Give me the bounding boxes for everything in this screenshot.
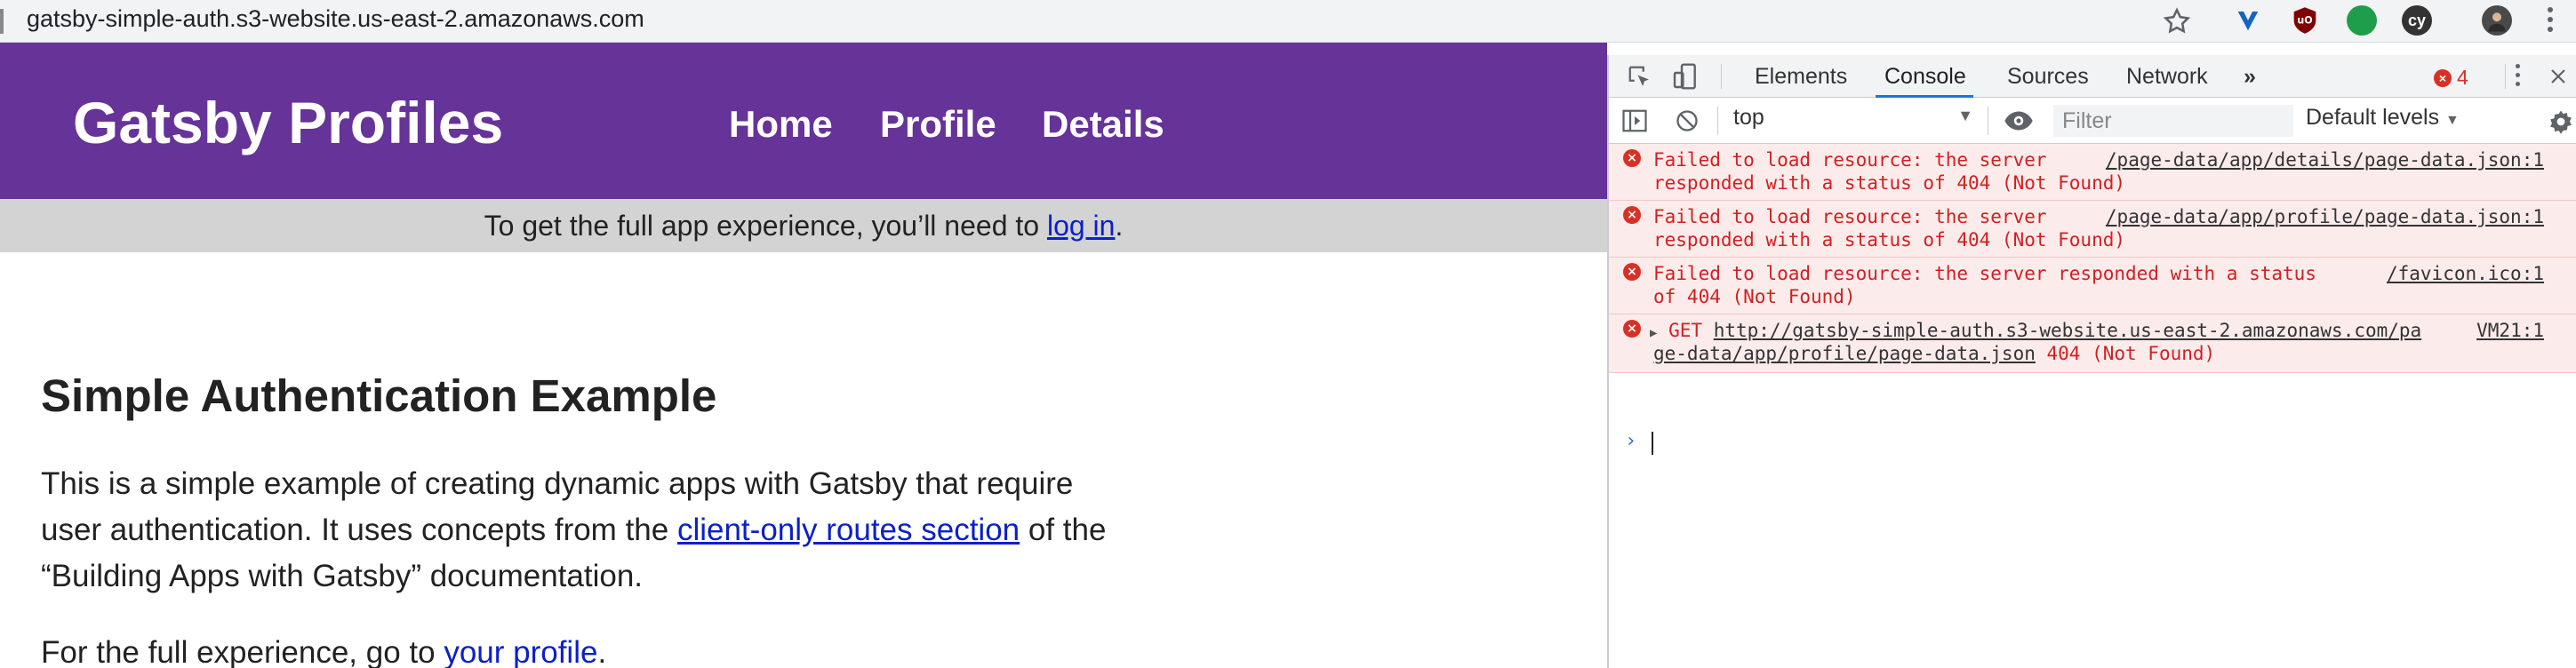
- extension-v-icon[interactable]: [2233, 5, 2263, 36]
- log-levels-label: Default levels: [2306, 105, 2440, 130]
- error-source-link[interactable]: /page-data/app/profile/page-data.json:1: [2106, 206, 2544, 227]
- console-error-row[interactable]: × ▶ GET http://gatsby-simple-auth.s3-web…: [1609, 314, 2576, 373]
- error-message-line-1: Failed to load resource: the server: [1653, 149, 2047, 171]
- console-prompt-chevron-icon: ›: [1625, 430, 1637, 452]
- request-status: 404 (Not Found): [2035, 343, 2216, 364]
- devtools-tabbar: Elements Console Sources Network » × 4: [1609, 55, 2576, 98]
- profile-paragraph: For the full experience, go to your prof…: [41, 630, 1188, 668]
- address-bar[interactable]: gatsby-simple-auth.s3-website.us-east-2.…: [0, 0, 2576, 43]
- request-url[interactable]: http://gatsby-simple-auth.s3-website.us-…: [1714, 320, 2422, 341]
- devtools-panel: Elements Console Sources Network » × 4 t…: [1607, 55, 2576, 668]
- error-message-line-2: ge-data/app/profile/page-data.json 404 (…: [1653, 343, 2215, 364]
- request-url-continued[interactable]: ge-data/app/profile/page-data.json: [1653, 343, 2036, 364]
- expand-triangle-icon[interactable]: ▶: [1650, 326, 1657, 340]
- address-bar-edge: [0, 9, 4, 34]
- devtools-menu-icon[interactable]: [2516, 64, 2523, 91]
- login-link[interactable]: log in: [1047, 210, 1116, 242]
- intro-line-1: This is a simple example of creating dyn…: [41, 466, 1074, 501]
- error-message-line-1: Failed to load resource: the server resp…: [1653, 263, 2316, 284]
- error-message-line-2: responded with a status of 404 (Not Foun…: [1653, 172, 2126, 194]
- tab-console[interactable]: Console: [1884, 64, 1966, 90]
- error-source-link[interactable]: /favicon.ico:1: [2387, 263, 2544, 284]
- more-tabs-icon[interactable]: »: [2244, 64, 2256, 90]
- request-method: GET: [1668, 320, 1703, 341]
- error-message-line-2: responded with a status of 404 (Not Foun…: [1653, 229, 2126, 250]
- intro-line-2: user authentication. It uses concepts fr…: [41, 507, 1188, 553]
- login-notice: To get the full app experience, you’ll n…: [0, 199, 1607, 252]
- error-icon: ×: [1623, 320, 1641, 338]
- profile-end: .: [597, 635, 607, 668]
- close-devtools-icon[interactable]: [2548, 66, 2569, 87]
- intro-line-3: “Building Apps with Gatsby” documentatio…: [41, 559, 644, 593]
- settings-gear-icon[interactable]: [2548, 108, 2574, 135]
- error-message-line-1: ▶ GET http://gatsby-simple-auth.s3-websi…: [1650, 320, 2421, 341]
- chevron-down-icon: ▼: [2445, 113, 2460, 128]
- console-toolbar: top ▼ Default levels ▼: [1609, 98, 2576, 144]
- tab-elements[interactable]: Elements: [1755, 64, 1847, 90]
- tab-divider-2: [2505, 64, 2506, 89]
- error-badge-icon: ×: [2434, 68, 2452, 87]
- clear-console-icon[interactable]: [1675, 108, 1700, 133]
- error-icon: ×: [1623, 206, 1641, 224]
- site-title[interactable]: Gatsby Profiles: [73, 89, 503, 156]
- nav-profile[interactable]: Profile: [880, 103, 996, 146]
- toolbar-divider: [1717, 107, 1718, 135]
- error-count: 4: [2457, 66, 2468, 89]
- console-input[interactable]: [1652, 432, 1653, 455]
- page-heading: Simple Authentication Example: [41, 370, 717, 421]
- console-error-row[interactable]: × Failed to load resource: the server re…: [1609, 258, 2576, 314]
- url-text[interactable]: gatsby-simple-auth.s3-website.us-east-2.…: [27, 5, 644, 33]
- intro-line-2-text: user authentication. It uses concepts fr…: [41, 513, 677, 547]
- tab-network[interactable]: Network: [2126, 64, 2208, 90]
- bookmark-star-icon[interactable]: [2162, 6, 2192, 36]
- ublock-icon[interactable]: uO: [2290, 5, 2320, 36]
- profile-text: For the full experience, go to: [41, 635, 444, 668]
- chevron-down-icon: ▼: [1957, 107, 1973, 124]
- inspect-element-icon[interactable]: [1627, 64, 1653, 91]
- client-only-routes-link[interactable]: client-only routes section: [677, 513, 1020, 547]
- your-profile-link[interactable]: your profile: [444, 635, 597, 668]
- sidebar-toggle-icon[interactable]: [1621, 108, 1648, 133]
- avatar[interactable]: [2482, 5, 2512, 36]
- context-value: top: [1733, 105, 1764, 130]
- error-message-line-1: Failed to load resource: the server: [1653, 206, 2047, 227]
- error-message-line-2: of 404 (Not Found): [1653, 286, 1856, 307]
- error-counter[interactable]: × 4: [2434, 66, 2468, 90]
- error-icon: ×: [1623, 149, 1641, 167]
- tab-divider: [1721, 64, 1722, 89]
- device-toolbar-icon[interactable]: [1671, 62, 1700, 91]
- console-error-row[interactable]: × Failed to load resource: the server /p…: [1609, 201, 2576, 258]
- live-expression-eye-icon[interactable]: [2004, 110, 2034, 131]
- chat-bubble-icon[interactable]: [2347, 5, 2377, 36]
- nav-home[interactable]: Home: [729, 103, 833, 146]
- menu-icon[interactable]: [2548, 7, 2555, 36]
- cy-extension-icon[interactable]: cy: [2402, 5, 2432, 36]
- intro-paragraph: This is a simple example of creating dyn…: [41, 461, 1188, 600]
- notice-end: .: [1115, 210, 1124, 242]
- context-select[interactable]: top ▼: [1733, 105, 1973, 137]
- nav-details[interactable]: Details: [1042, 103, 1164, 146]
- error-source-link[interactable]: /page-data/app/details/page-data.json:1: [2106, 149, 2544, 171]
- intro-line-2-end: of the: [1020, 513, 1107, 547]
- log-levels-dropdown[interactable]: Default levels ▼: [2306, 105, 2460, 131]
- error-icon: ×: [1623, 263, 1641, 281]
- svg-text:uO: uO: [2297, 15, 2312, 27]
- console-error-row[interactable]: × Failed to load resource: the server /p…: [1609, 144, 2576, 201]
- tab-sources[interactable]: Sources: [2007, 64, 2089, 90]
- error-source-link[interactable]: VM21:1: [2476, 320, 2544, 341]
- notice-text: To get the full app experience, you’ll n…: [484, 210, 1047, 242]
- filter-input[interactable]: [2053, 105, 2293, 137]
